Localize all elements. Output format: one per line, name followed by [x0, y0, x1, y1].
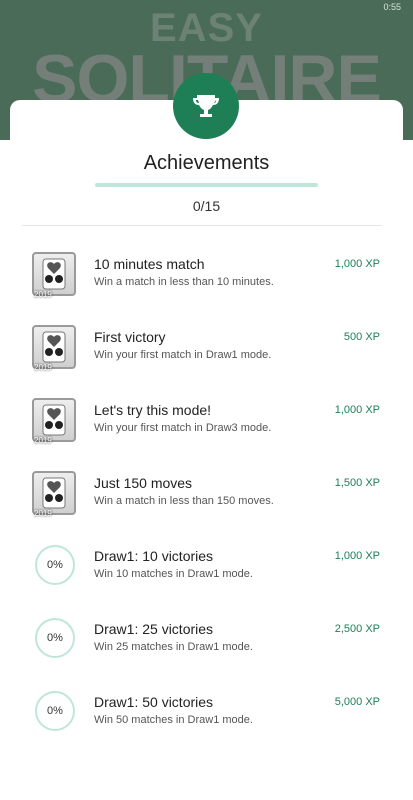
- progress-circle: 0%: [35, 618, 75, 658]
- achievement-title: Let's try this mode!: [94, 402, 212, 418]
- progress-circle: 0%: [35, 691, 75, 731]
- achievement-row[interactable]: 2019 Just 150 moves Win a match in less …: [0, 458, 413, 531]
- progress-circle: 0%: [35, 545, 75, 585]
- year-badge: 2019: [34, 509, 52, 518]
- achievement-description: Win a match in less than 150 moves.: [94, 495, 274, 507]
- trophy-icon: [173, 73, 239, 139]
- achievement-row[interactable]: 2019 Let's try this mode! Win your first…: [0, 385, 413, 458]
- xp-reward: 1,000 XP: [334, 404, 380, 416]
- achievement-title: Draw1: 50 victories: [94, 694, 214, 710]
- xp-reward: 1,500 XP: [334, 477, 380, 489]
- achievement-description: Win 50 matches in Draw1 mode.: [94, 714, 253, 726]
- year-badge: 2019: [34, 363, 52, 372]
- achievement-title: Draw1: 25 victories: [94, 621, 214, 637]
- xp-reward: 1,000 XP: [334, 550, 380, 562]
- achievement-description: Win your first match in Draw3 mode.: [94, 422, 272, 434]
- divider: [22, 225, 382, 226]
- xp-reward: 5,000 XP: [334, 696, 380, 708]
- year-badge: 2019: [34, 436, 52, 445]
- xp-reward: 2,500 XP: [334, 623, 380, 635]
- xp-reward: 1,000 XP: [334, 258, 380, 270]
- achievement-title: 10 minutes match: [94, 256, 205, 272]
- achievement-title: Just 150 moves: [94, 475, 193, 491]
- achievement-list: 2019 10 minutes match Win a match in les…: [0, 239, 413, 750]
- achievement-title: First victory: [94, 329, 166, 345]
- achievement-title: Draw1: 10 victories: [94, 548, 214, 564]
- achievement-description: Win a match in less than 10 minutes.: [94, 276, 274, 288]
- xp-reward: 500 XP: [343, 331, 380, 343]
- achievement-description: Win 25 matches in Draw1 mode.: [94, 641, 253, 653]
- achievement-row[interactable]: 0% Draw1: 10 victories Win 10 matches in…: [0, 531, 413, 604]
- year-badge: 2019: [34, 290, 52, 299]
- achievement-description: Win 10 matches in Draw1 mode.: [94, 568, 253, 580]
- achievement-row[interactable]: 2019 First victory Win your first match …: [0, 312, 413, 385]
- page-title: Achievements: [143, 152, 270, 174]
- achievement-row[interactable]: 0% Draw1: 25 victories Win 25 matches in…: [0, 604, 413, 677]
- achievement-row[interactable]: 2019 10 minutes match Win a match in les…: [0, 239, 413, 312]
- achievement-count: 0/15: [192, 198, 221, 214]
- progress-bar: [95, 183, 318, 187]
- achievement-description: Win your first match in Draw1 mode.: [94, 349, 272, 361]
- achievement-row[interactable]: 0% Draw1: 50 victories Win 50 matches in…: [0, 677, 413, 750]
